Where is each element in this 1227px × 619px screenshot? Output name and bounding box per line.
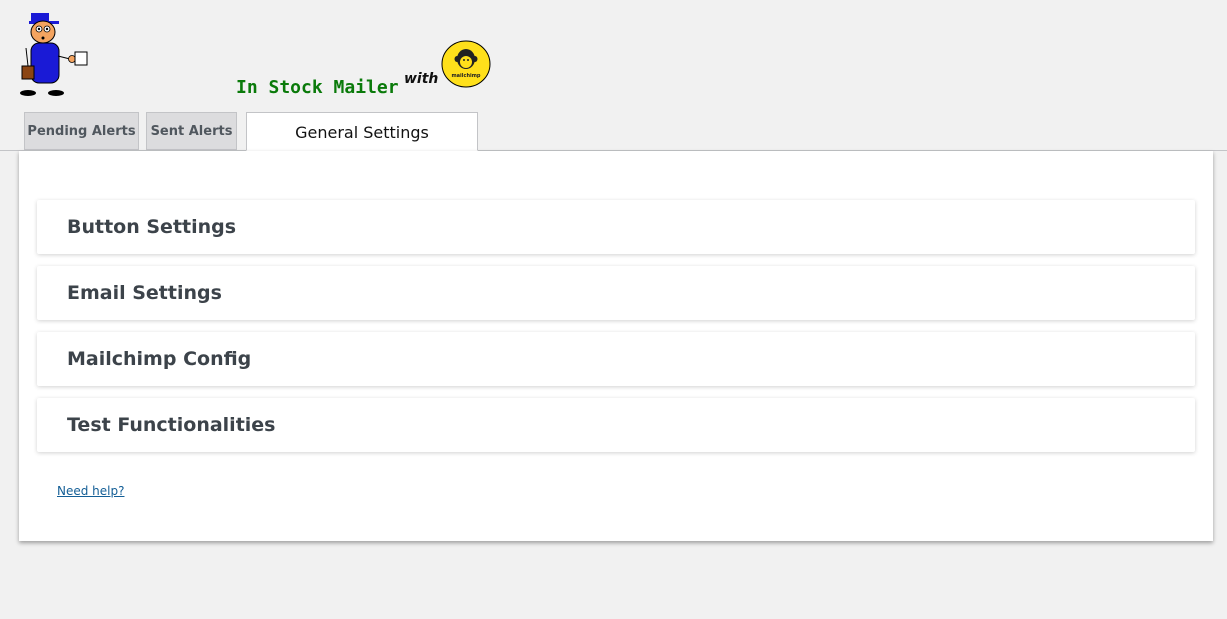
settings-panel: Button Settings Email Settings Mailchimp… [19,151,1213,541]
section-button-settings[interactable]: Button Settings [37,200,1195,254]
section-label: Button Settings [67,216,237,238]
section-label: Email Settings [67,282,222,304]
app-title: In Stock Mailer [236,77,399,98]
tab-sent-alerts[interactable]: Sent Alerts [146,112,237,150]
mailman-mascot-icon [20,13,88,96]
section-email-settings[interactable]: Email Settings [37,266,1195,320]
with-label: with [404,71,439,87]
tab-pending-alerts[interactable]: Pending Alerts [24,112,139,150]
mailchimp-logo-icon: mailchimp [441,40,491,88]
section-label: Test Functionalities [67,414,276,436]
section-mailchimp-config[interactable]: Mailchimp Config [37,332,1195,386]
tab-general-settings[interactable]: General Settings [246,112,478,151]
mailchimp-logo-text: mailchimp [451,73,480,79]
section-label: Mailchimp Config [67,348,252,370]
section-test-functionalities[interactable]: Test Functionalities [37,398,1195,452]
tab-bar: Pending Alerts Sent Alerts General Setti… [0,112,1227,151]
header: In Stock Mailer with mailchimp [0,0,1227,112]
need-help-link[interactable]: Need help? [57,484,124,498]
